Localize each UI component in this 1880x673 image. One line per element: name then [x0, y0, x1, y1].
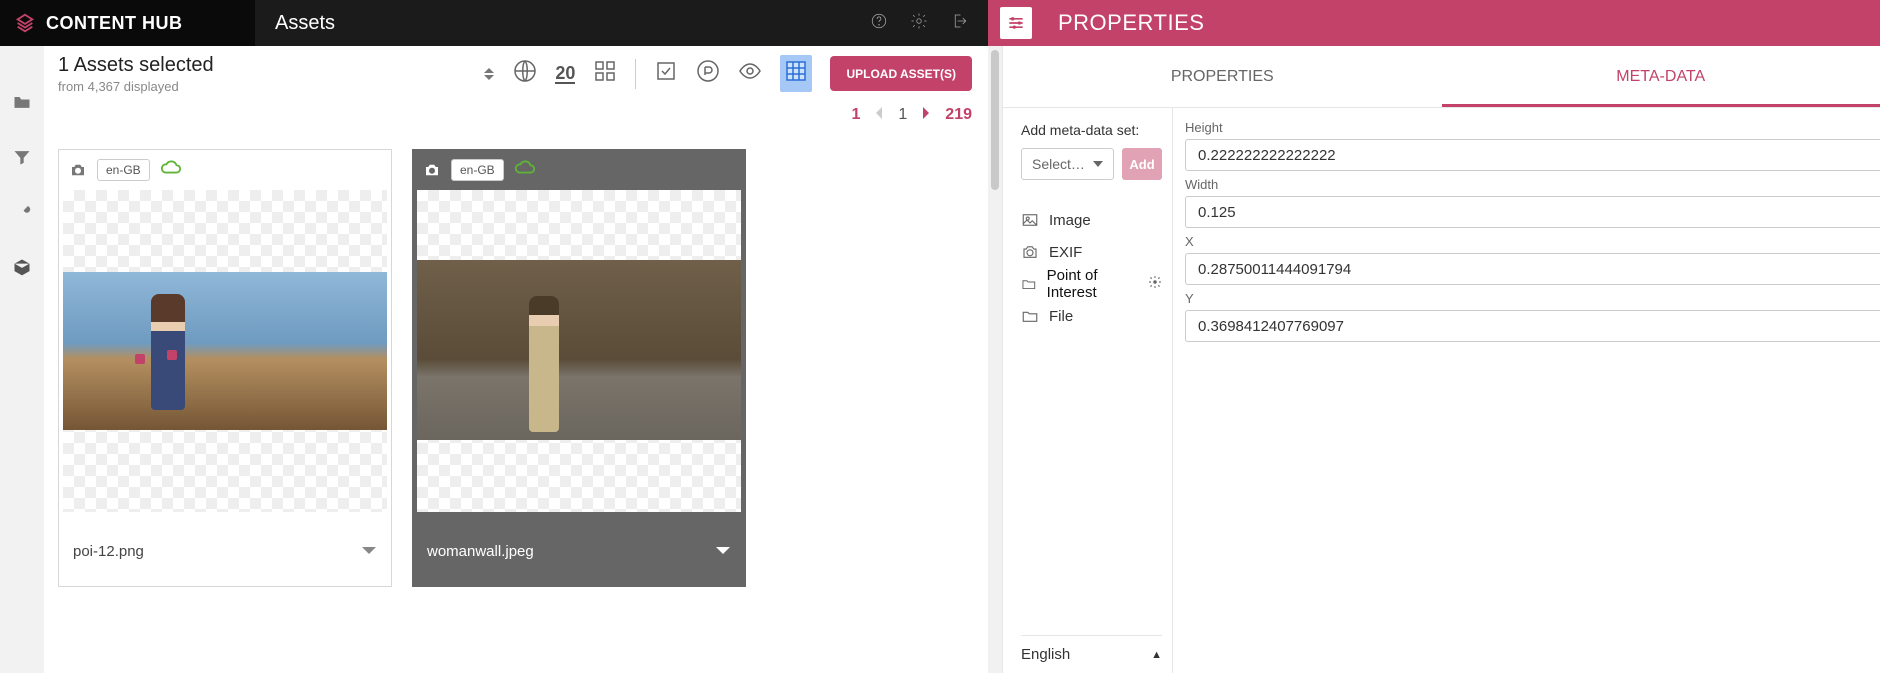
asset-filename: poi-12.png [73, 543, 144, 560]
brand-name: CONTENT HUB [46, 13, 183, 34]
category-exif[interactable]: EXIF [1021, 236, 1162, 268]
asset-thumbnail[interactable] [63, 190, 387, 512]
field-label-height: Height [1185, 120, 1880, 135]
selection-sub: from 4,367 displayed [58, 79, 465, 94]
cloud-synced-icon [160, 159, 182, 182]
publish-icon[interactable] [696, 59, 720, 88]
category-image[interactable]: Image [1021, 204, 1162, 236]
package-icon[interactable] [12, 257, 32, 282]
page-title: Assets [255, 0, 850, 46]
category-label: Point of Interest [1047, 267, 1138, 301]
brand-logo-icon [14, 12, 36, 34]
page-size-stepper[interactable] [483, 66, 495, 82]
chevron-down-icon[interactable] [715, 543, 731, 560]
category-file[interactable]: File [1021, 300, 1162, 332]
metadata-select[interactable]: Select… [1021, 148, 1114, 180]
category-label: File [1049, 308, 1073, 325]
toolbar-separator [635, 59, 636, 89]
filter-icon[interactable] [12, 147, 32, 172]
field-input-x[interactable] [1185, 253, 1880, 285]
properties-icon [1000, 7, 1032, 39]
pager-next-icon[interactable] [921, 106, 931, 125]
chevron-up-icon: ▲ [1151, 649, 1162, 661]
select-all-icon[interactable] [654, 59, 678, 88]
field-label-x: X [1185, 234, 1880, 249]
page-size[interactable]: 20 [555, 64, 575, 84]
asset-card[interactable]: en-GB poi-12.png [58, 149, 392, 587]
selection-count: 1 Assets selected [58, 54, 465, 77]
gear-icon[interactable] [1148, 275, 1162, 293]
folder-icon [1021, 275, 1037, 293]
camera-icon [423, 161, 441, 179]
logout-icon[interactable] [950, 12, 968, 35]
asset-thumbnail[interactable] [417, 190, 741, 512]
field-label-y: Y [1185, 291, 1880, 306]
camera-icon [69, 161, 87, 179]
category-label: Image [1049, 212, 1091, 229]
category-poi[interactable]: Point of Interest [1021, 268, 1162, 300]
pager-first[interactable]: 1 [851, 106, 860, 124]
brand-box[interactable]: CONTENT HUB [0, 0, 255, 46]
add-metadata-button[interactable]: Add [1122, 148, 1162, 180]
panel-title: PROPERTIES [1058, 10, 1204, 36]
chevron-down-icon [1093, 161, 1103, 167]
chevron-down-icon[interactable] [361, 543, 377, 560]
metadata-select-value: Select… [1032, 156, 1085, 172]
pager: 1 1 219 [44, 101, 988, 129]
add-metadata-label: Add meta-data set: [1021, 122, 1162, 138]
locale-badge: en-GB [97, 159, 150, 181]
cloud-synced-icon [514, 159, 536, 182]
selection-info: 1 Assets selected from 4,367 displayed [58, 54, 465, 94]
pager-prev-icon[interactable] [874, 106, 884, 125]
tab-metadata[interactable]: META-DATA [1442, 46, 1880, 107]
language-label: English [1021, 646, 1070, 663]
field-input-height[interactable] [1185, 139, 1880, 171]
pager-current: 1 [898, 106, 907, 124]
settings-icon[interactable] [910, 12, 928, 35]
folder-icon[interactable] [12, 92, 32, 117]
upload-button[interactable]: UPLOAD ASSET(S) [830, 56, 972, 91]
language-selector[interactable]: English ▲ [1021, 635, 1162, 663]
field-input-width[interactable] [1185, 196, 1880, 228]
field-input-y[interactable] [1185, 310, 1880, 342]
folder-icon [1021, 307, 1039, 325]
transparency-icon[interactable] [780, 55, 812, 92]
help-icon[interactable] [870, 12, 888, 35]
asset-filename: womanwall.jpeg [427, 543, 534, 560]
pager-last[interactable]: 219 [945, 106, 972, 124]
camera-icon [1021, 243, 1039, 261]
asset-card-selected[interactable]: en-GB womanwall.jpeg [412, 149, 746, 587]
field-label-width: Width [1185, 177, 1880, 192]
scrollbar[interactable] [988, 46, 1002, 673]
tab-properties[interactable]: PROPERTIES [1003, 46, 1442, 107]
image-icon [1021, 211, 1039, 229]
grid-view-icon[interactable] [593, 59, 617, 88]
locale-badge: en-GB [451, 159, 504, 181]
tools-icon[interactable] [12, 202, 32, 227]
globe-icon[interactable] [513, 59, 537, 88]
preview-icon[interactable] [738, 59, 762, 88]
side-nav [0, 46, 44, 673]
category-label: EXIF [1049, 244, 1082, 261]
